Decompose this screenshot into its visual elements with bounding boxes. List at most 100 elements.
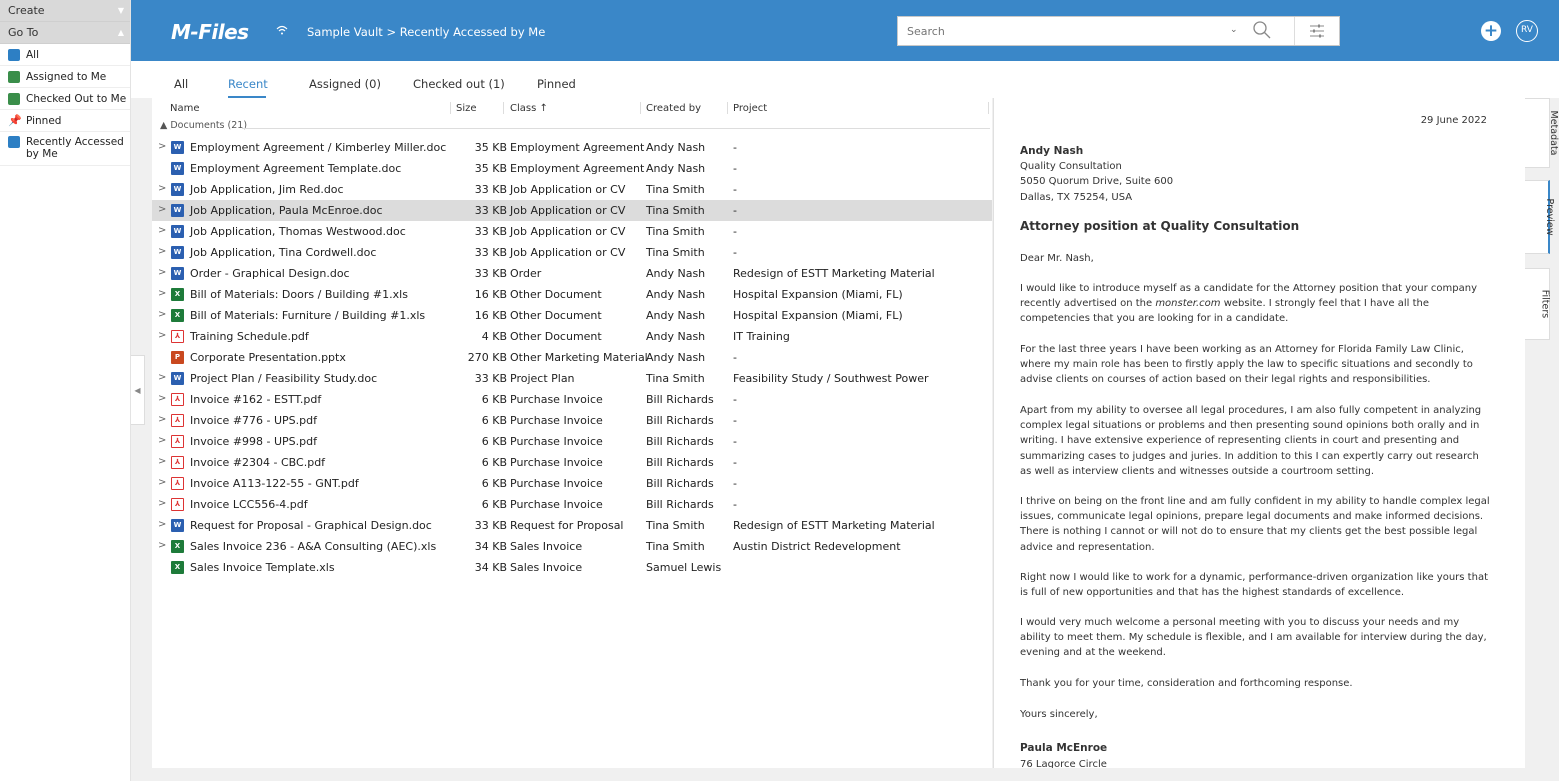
table-row[interactable]: > ⅄ Invoice #776 - UPS.pdf 6 KB Purchase Inv… [152,410,992,431]
nav-item-checked-out[interactable]: Checked Out to Me [0,88,130,110]
tab-label: Preview [1543,198,1555,236]
expand-icon[interactable]: > [158,246,166,257]
nav-item-pinned[interactable]: 📌 Pinned [0,110,130,132]
expand-icon[interactable]: > [158,519,166,530]
col-separator[interactable] [988,102,989,114]
table-row[interactable]: > W Order - Graphical Design.doc 33 KB Order… [152,263,992,284]
tab-checked-out[interactable]: Checked out (1) [413,77,505,91]
table-row[interactable]: > ⅄ Invoice #162 - ESTT.pdf 6 KB Purchase In… [152,389,992,410]
goto-header[interactable]: Go To ▲ [0,22,130,44]
tab-all[interactable]: All [174,77,188,91]
col-name[interactable]: Name [170,103,200,114]
create-label: Create [8,4,45,17]
paragraph: I thrive on being on the front line and … [1020,496,1490,553]
nav-item-all[interactable]: All [0,44,130,66]
cell-class: Purchase Invoice [510,414,603,427]
table-row[interactable]: > W Job Application, Jim Red.doc 33 KB Job A… [152,179,992,200]
vault-icon [8,48,20,61]
expand-icon[interactable]: > [158,393,166,404]
table-row[interactable]: > ⅄ Invoice A113-122-55 - GNT.pdf 6 KB Purch… [152,473,992,494]
tab-preview[interactable]: Preview [1525,180,1555,254]
create-header[interactable]: Create ▼ [0,0,130,22]
word-file-icon: W [171,204,184,217]
table-row[interactable]: > ⅄ Training Schedule.pdf 4 KB Other Documen… [152,326,992,347]
tab-assigned[interactable]: Assigned (0) [309,77,381,91]
nav-item-assigned[interactable]: Assigned to Me [0,66,130,88]
expand-icon[interactable]: > [158,414,166,425]
col-class[interactable]: Class ↑ [510,103,548,114]
search-filter-icon[interactable] [1309,23,1325,39]
expand-icon[interactable]: > [158,456,166,467]
excel-file-icon: X [171,540,184,553]
table-row[interactable]: > ⅄ Invoice #998 - UPS.pdf 6 KB Purchase Inv… [152,431,992,452]
tab-metadata[interactable]: Metadata [1525,98,1559,168]
cell-class: Sales Invoice [510,540,583,553]
checked-out-icon [8,92,20,105]
col-size[interactable]: Size [456,103,477,114]
tab-recent[interactable]: Recent [228,77,268,91]
cell-size: 4 KB [481,330,507,343]
expand-icon[interactable]: > [158,372,166,383]
table-row[interactable]: > X Bill of Materials: Doors / Building #1… [152,284,992,305]
tab-pinned[interactable]: Pinned [537,77,576,91]
expand-icon[interactable]: > [158,141,166,152]
cell-size: 6 KB [481,477,507,490]
expand-icon[interactable]: > [158,498,166,509]
cell-name: Invoice LCC556-4.pdf [190,498,308,511]
search-icon[interactable] [1252,20,1272,40]
table-row[interactable]: > W Job Application, Thomas Westwood.doc 33… [152,221,992,242]
word-file-icon: W [171,267,184,280]
breadcrumb[interactable]: Sample Vault > Recently Accessed by Me [307,25,545,39]
col-separator[interactable] [503,102,504,114]
table-row[interactable]: > W Project Plan / Feasibility Study.doc 33… [152,368,992,389]
expand-icon[interactable]: > [158,540,166,551]
nav-item-recent[interactable]: Recently Accessed by Me [0,132,130,166]
col-created-by[interactable]: Created by [646,103,701,114]
expand-icon[interactable]: > [158,267,166,278]
table-row[interactable]: > X Bill of Materials: Furniture / Buildin… [152,305,992,326]
table-row[interactable]: > W Job Application, Paula McEnroe.doc 33 K… [152,200,992,221]
table-row[interactable]: > W Job Application, Tina Cordwell.doc 33 K… [152,242,992,263]
cell-project: Feasibility Study / Southwest Power [733,372,929,385]
cell-name: Order - Graphical Design.doc [190,267,350,280]
tab-filters[interactable]: Filters [1525,268,1551,340]
group-header[interactable]: ▲ Documents (21) [160,120,247,131]
sender-name: Andy Nash [1020,145,1084,157]
expand-icon[interactable]: > [158,183,166,194]
col-separator[interactable] [640,102,641,114]
cell-size: 35 KB [474,141,507,154]
cell-name: Job Application, Thomas Westwood.doc [190,225,406,238]
cell-project: - [733,456,737,469]
cell-name: Job Application, Paula McEnroe.doc [190,204,383,217]
table-row[interactable]: P Corporate Presentation.pptx 270 KB Other … [152,347,992,368]
cell-project: Hospital Expansion (Miami, FL) [733,288,903,301]
expand-icon[interactable]: > [158,204,166,215]
table-row[interactable]: > ⅄ Invoice LCC556-4.pdf 6 KB Purchase Invoi… [152,494,992,515]
chevron-down-icon[interactable]: ⌄ [1230,25,1238,35]
nav-item-label: All [26,48,40,61]
expand-icon[interactable]: > [158,330,166,341]
search-input[interactable] [898,17,1228,45]
collapse-group-icon: ▲ [160,120,168,131]
col-separator[interactable] [727,102,728,114]
expand-icon[interactable]: > [158,435,166,446]
user-avatar[interactable]: RV [1516,20,1538,42]
table-row[interactable]: X Sales Invoice Template.xls 34 KB Sales In… [152,557,992,578]
expand-icon[interactable]: > [158,288,166,299]
table-row[interactable]: > X Sales Invoice 236 - A&A Consulting (AE… [152,536,992,557]
create-new-button[interactable]: + [1481,21,1501,41]
table-row[interactable]: > ⅄ Invoice #2304 - CBC.pdf 6 KB Purchase In… [152,452,992,473]
expand-icon[interactable]: > [158,309,166,320]
expand-icon[interactable]: > [158,477,166,488]
table-row[interactable]: W Employment Agreement Template.doc 35 KB E… [152,158,992,179]
table-row[interactable]: > W Request for Proposal - Graphical Desig… [152,515,992,536]
table-row[interactable]: > W Employment Agreement / Kimberley Mille… [152,137,992,158]
left-nav: Create ▼ Go To ▲ All Assigned to Me Checke… [0,0,131,781]
expand-icon[interactable]: > [158,225,166,236]
col-separator[interactable] [450,102,451,114]
collapse-nav-button[interactable]: ◀ [131,355,145,425]
cell-class: Employment Agreement [510,162,645,175]
col-project[interactable]: Project [733,103,767,114]
excel-file-icon: X [171,561,184,574]
pdf-file-icon: ⅄ [171,393,184,406]
